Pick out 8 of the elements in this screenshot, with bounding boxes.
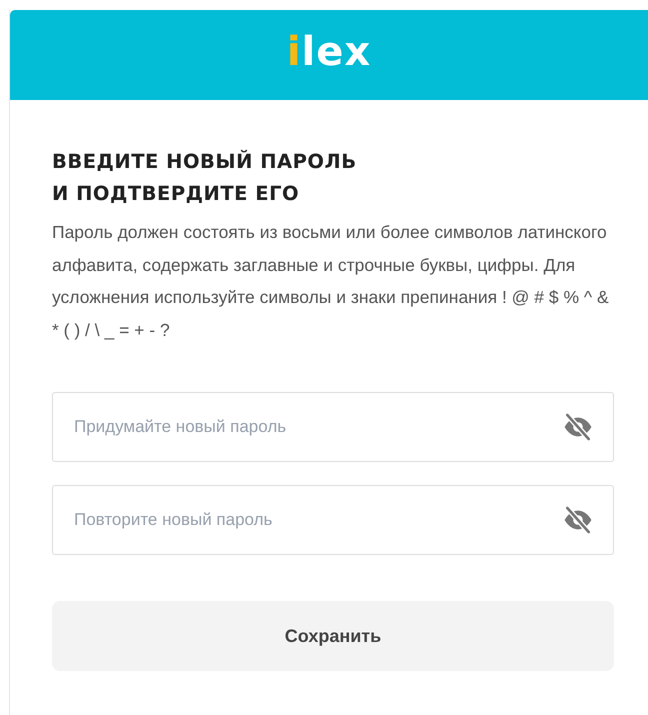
eye-slash-icon[interactable] — [562, 504, 594, 536]
heading: ВВЕДИТЕ НОВЫЙ ПАРОЛЬ И ПОДТВЕРДИТЕ ЕГО — [52, 148, 358, 207]
password-field[interactable]: Придумайте новый пароль — [52, 392, 614, 462]
password-field[interactable]: Повторите новый пароль — [52, 485, 614, 555]
eye-slash-icon[interactable] — [562, 411, 594, 443]
description: Пароль должен состоять из восьми или более символов латинского алфавита, содержать заглавные и строчные буквы, цифры. Для усложнения используйте символы и знаки препинания ! @ # $ % ^ & * ( ) / \ _ = + - ? — [52, 221, 610, 342]
logo: ilex — [286, 32, 372, 77]
save-button[interactable]: Сохранить — [52, 601, 614, 671]
